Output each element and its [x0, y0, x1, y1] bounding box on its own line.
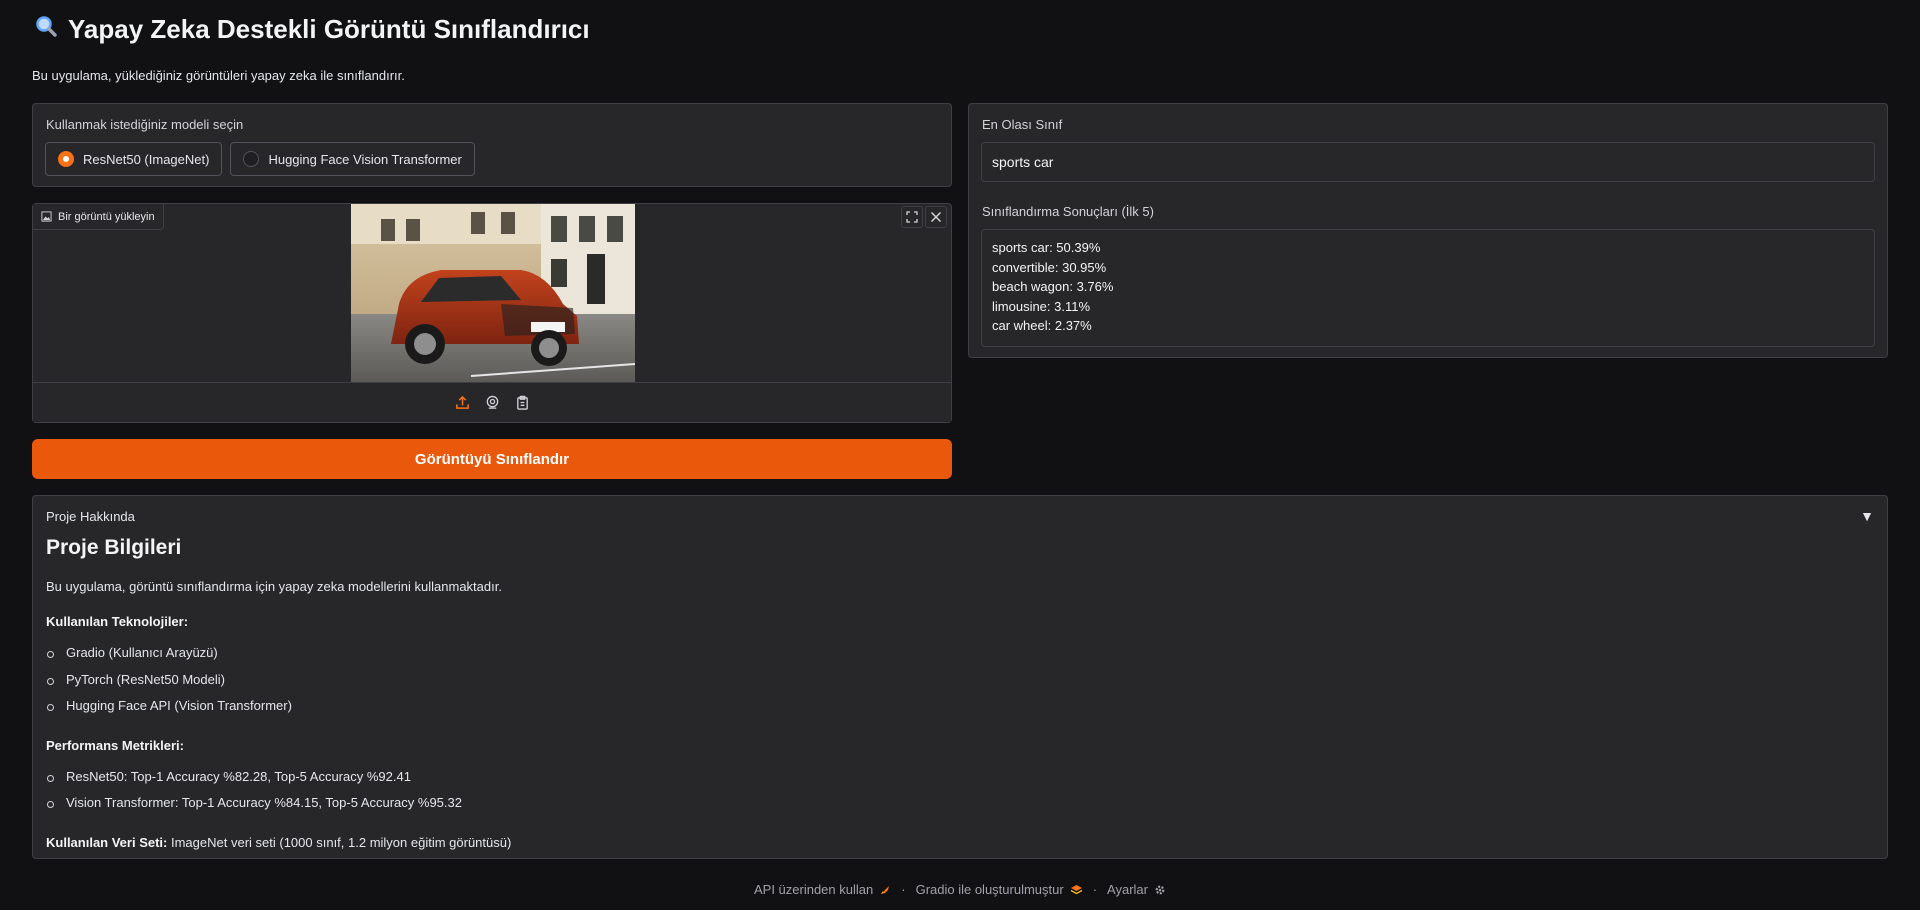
results-list-output[interactable]: sports car: 50.39% convertible: 30.95% b…	[981, 229, 1875, 347]
about-content: Proje Bilgileri Bu uygulama, görüntü sın…	[46, 536, 1846, 869]
result-line: sports car: 50.39%	[992, 240, 1101, 255]
result-line: limousine: 3.11%	[992, 298, 1091, 314]
radio-option-label: Hugging Face Vision Transformer	[268, 151, 462, 167]
radio-option-resnet50[interactable]: ResNet50 (ImageNet)	[45, 142, 223, 176]
model-selector-panel: Kullanmak istediğiniz modeli seçin ResNe…	[32, 103, 952, 187]
rocket-icon	[881, 885, 890, 894]
list-item: ResNet50: Top-1 Accuracy %82.28, Top-5 A…	[46, 764, 1846, 791]
footer-gradio-link[interactable]: Gradio ile oluşturulmuştur	[916, 882, 1083, 897]
clipboard-icon[interactable]	[513, 394, 531, 412]
list-item: Hugging Face API (Vision Transformer)	[46, 693, 1846, 720]
list-item: PyTorch (ResNet50 Modeli)	[46, 667, 1846, 694]
webcam-icon[interactable]	[483, 394, 501, 412]
triangle-down-icon: ▼	[1860, 508, 1874, 524]
about-intro: Bu uygulama, görüntü sınıflandırma için …	[46, 579, 502, 594]
image-source-bar	[33, 382, 951, 422]
top-class-output[interactable]: sports car	[981, 142, 1875, 182]
results-list-label: Sınıflandırma Sonuçları (İlk 5)	[982, 204, 1154, 219]
result-line: car wheel: 2.37%	[992, 318, 1092, 334]
image-input-label-text: Bir görüntü yükleyin	[58, 210, 155, 223]
footer-settings-link[interactable]: Ayarlar	[1107, 882, 1166, 897]
classify-button[interactable]: Görüntüyü Sınıflandır	[32, 439, 952, 479]
about-heading: Proje Bilgileri	[46, 536, 182, 559]
image-upload-panel: Bir görüntü yükleyin	[32, 203, 952, 423]
footer-built-label: Gradio ile oluşturulmuştur	[915, 882, 1064, 897]
result-line: beach wagon: 3.76%	[992, 279, 1114, 295]
footer-api-link[interactable]: API üzerinden kullan	[754, 882, 891, 897]
gear-icon	[1155, 885, 1165, 894]
magnifier-icon	[34, 14, 58, 45]
upload-icon[interactable]	[453, 394, 471, 412]
page-title: Yapay Zeka Destekli Görüntü Sınıflandırı…	[34, 14, 590, 45]
dataset-line: Kullanılan Veri Seti: ImageNet veri seti…	[46, 834, 1846, 852]
image-icon	[41, 211, 52, 222]
list-item: Gradio (Kullanıcı Arayüzü)	[46, 640, 1846, 667]
about-accordion: Proje Hakkında ▼ Proje Bilgileri Bu uygu…	[32, 495, 1888, 859]
gradio-logo-icon	[1070, 884, 1083, 894]
footer-api-label: API üzerinden kullan	[753, 882, 874, 897]
footer-settings-label: Ayarlar	[1107, 882, 1148, 897]
tech-list: Gradio (Kullanıcı Arayüzü) PyTorch (ResN…	[46, 640, 1846, 720]
radio-checked-icon	[58, 151, 74, 167]
metrics-title: Performans Metrikleri:	[46, 737, 184, 753]
about-accordion-header[interactable]: Proje Hakkında ▼	[46, 508, 1874, 524]
uploaded-image	[351, 204, 635, 382]
results-panel: En Olası Sınıf sports car Sınıflandırma …	[968, 103, 1888, 358]
radio-unchecked-icon	[243, 151, 260, 167]
page-subtitle: Bu uygulama, yüklediğiniz görüntüleri ya…	[32, 68, 405, 83]
radio-option-label: ResNet50 (ImageNet)	[83, 151, 210, 167]
model-radio-group: ResNet50 (ImageNet) Hugging Face Vision …	[45, 142, 475, 176]
image-toolbar	[901, 206, 947, 228]
model-selector-label: Kullanmak istediğiniz modeli seçin	[46, 117, 244, 132]
dataset-text: ImageNet veri seti (1000 sınıf, 1.2 mily…	[167, 834, 512, 850]
page-title-text: Yapay Zeka Destekli Görüntü Sınıflandırı…	[68, 14, 590, 44]
footer-separator: ·	[901, 882, 906, 897]
radio-option-vit[interactable]: Hugging Face Vision Transformer	[230, 142, 475, 176]
about-accordion-label: Proje Hakkında	[46, 508, 135, 524]
tech-title: Kullanılan Teknolojiler:	[46, 614, 189, 629]
footer: API üzerinden kullan · Gradio ile oluştu…	[0, 882, 1920, 897]
list-item: Vision Transformer: Top-1 Accuracy %84.1…	[46, 790, 1846, 817]
image-input-label: Bir görüntü yükleyin	[33, 204, 164, 230]
dataset-title: Kullanılan Veri Seti:	[46, 834, 168, 850]
footer-separator: ·	[1092, 882, 1098, 897]
top-class-label: En Olası Sınıf	[982, 117, 1063, 132]
close-icon[interactable]	[925, 206, 947, 228]
fullscreen-icon[interactable]	[901, 206, 923, 228]
metrics-list: ResNet50: Top-1 Accuracy %82.28, Top-5 A…	[46, 764, 1846, 817]
result-line: convertible: 30.95%	[992, 259, 1107, 275]
